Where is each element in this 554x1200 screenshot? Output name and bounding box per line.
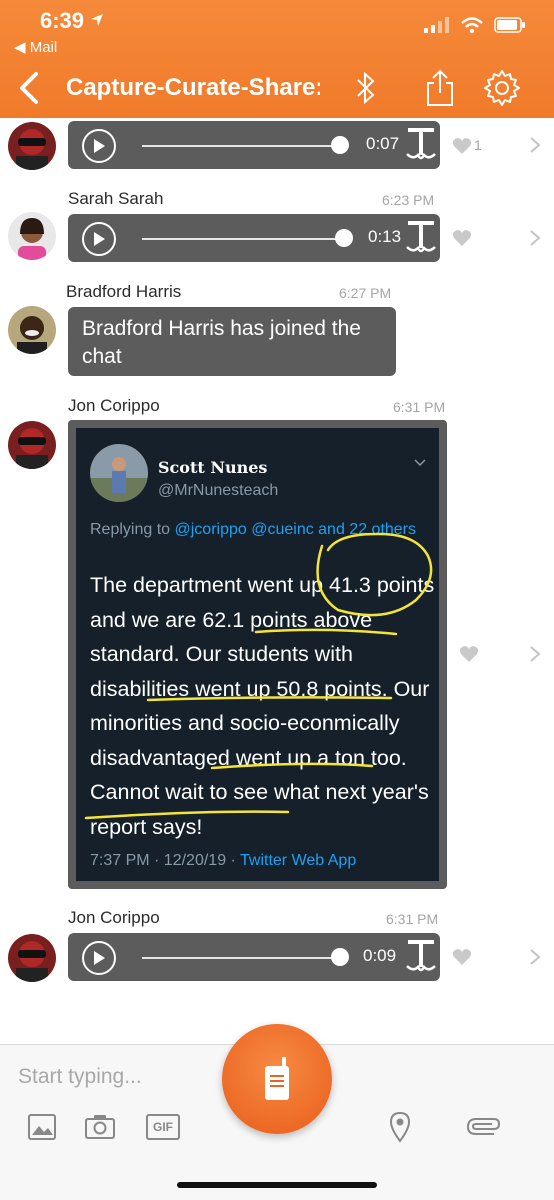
app-header: 6:39 ◀ Mail Capture-Curate-Share: M xyxy=(0,0,554,118)
message-time: 6:27 PM xyxy=(339,285,392,301)
gear-icon xyxy=(484,70,520,106)
audio-scrubber[interactable] xyxy=(331,948,349,966)
sender-name: Bradford Harris xyxy=(66,282,182,301)
play-icon xyxy=(94,139,105,153)
heart-icon[interactable] xyxy=(452,137,472,155)
chevron-down-icon xyxy=(414,459,426,467)
audio-duration: 0:09 xyxy=(363,946,397,965)
like-count: 1 xyxy=(474,137,482,153)
tweet-author-handle: @MrNunesteach xyxy=(158,482,279,499)
gif-button[interactable]: GIF xyxy=(144,1111,182,1143)
tweet-reply-prefix: Replying to xyxy=(90,521,175,538)
walkie-talkie-icon xyxy=(265,1057,289,1100)
share-button[interactable] xyxy=(418,66,462,110)
image-message[interactable]: Scott Nunes @MrNunesteach Replying to @j… xyxy=(68,420,447,889)
attachment-button[interactable] xyxy=(462,1111,502,1143)
play-icon xyxy=(94,232,105,246)
avatar[interactable] xyxy=(8,934,56,982)
audio-progress-track[interactable] xyxy=(142,145,342,147)
back-chevron-icon[interactable] xyxy=(12,68,48,108)
settings-button[interactable] xyxy=(480,66,524,110)
message-input[interactable]: Start typing... xyxy=(18,1065,142,1089)
avatar[interactable] xyxy=(8,122,56,170)
avatar-masked-man-image xyxy=(8,934,56,982)
chevron-right-icon[interactable] xyxy=(528,948,542,966)
walkie-talkie-button[interactable] xyxy=(222,1024,332,1134)
avatar-masked-man-image xyxy=(8,421,56,469)
cellular-signal-icon xyxy=(424,17,449,33)
audio-duration: 0:07 xyxy=(366,134,400,153)
location-arrow-icon xyxy=(91,14,104,26)
sender-name: Jon Corippo xyxy=(68,396,160,415)
avatar-woman-image xyxy=(8,212,56,260)
chevron-right-icon[interactable] xyxy=(528,229,542,247)
message-text: Bradford Harris has joined the chat xyxy=(82,317,361,368)
heart-icon[interactable] xyxy=(452,229,472,247)
avatar-man-image xyxy=(8,306,56,354)
location-button[interactable] xyxy=(384,1111,416,1143)
tweet-reply-line: Replying to @jcorippo @cueinc and 22 oth… xyxy=(90,518,430,542)
home-indicator xyxy=(177,1182,377,1188)
avatar[interactable] xyxy=(8,421,56,469)
audio-scrubber[interactable] xyxy=(335,229,353,247)
sender-name: Jon Corippo xyxy=(68,908,160,927)
message-time: 6:23 PM xyxy=(382,192,435,208)
bluetooth-button[interactable] xyxy=(344,66,388,110)
camera-icon xyxy=(85,1115,115,1139)
tweet-source: Twitter Web App xyxy=(240,852,357,869)
battery-icon xyxy=(494,17,525,33)
avatar-masked-man-image xyxy=(8,122,56,170)
chat-title: Capture-Curate-Share: M xyxy=(66,74,320,101)
share-icon xyxy=(427,69,453,106)
transcribe-icon[interactable] xyxy=(404,220,438,256)
transcribe-icon[interactable] xyxy=(404,127,438,163)
play-button[interactable] xyxy=(82,129,116,163)
tweet-avatar xyxy=(90,444,148,502)
play-icon xyxy=(94,951,105,965)
tweet-meta: 7:37 PM · 12/20/19 · Twitter Web App xyxy=(90,852,356,870)
avatar[interactable] xyxy=(8,306,56,354)
tweet-avatar-image xyxy=(90,444,148,502)
tweet-timestamp: 7:37 PM · 12/20/19 · xyxy=(90,852,241,869)
image-icon xyxy=(28,1114,56,1140)
audio-progress-track[interactable] xyxy=(142,238,342,240)
heart-icon[interactable] xyxy=(459,645,479,663)
back-to-app-link[interactable]: ◀ Mail xyxy=(14,38,57,56)
status-time: 6:39 xyxy=(40,8,104,34)
wifi-icon xyxy=(461,17,483,34)
tweet-author-name: Scott Nunes xyxy=(158,458,268,477)
gif-label: GIF xyxy=(146,1114,180,1140)
location-pin-icon xyxy=(389,1111,411,1143)
message-time: 6:31 PM xyxy=(393,399,446,415)
audio-message: 0:13 xyxy=(68,214,440,262)
chevron-right-icon[interactable] xyxy=(528,136,542,154)
avatar[interactable] xyxy=(8,212,56,260)
status-icons xyxy=(424,16,526,34)
tweet-body: The department went up 41.3 points and w… xyxy=(90,573,435,839)
photo-library-button[interactable] xyxy=(26,1111,58,1143)
play-button[interactable] xyxy=(82,222,116,256)
sender-name: Sarah Sarah xyxy=(68,189,164,208)
chevron-right-icon[interactable] xyxy=(528,645,542,663)
transcribe-icon[interactable] xyxy=(404,939,438,975)
heart-icon[interactable] xyxy=(452,948,472,966)
text-message: Bradford Harris has joined the chat xyxy=(68,307,396,376)
message-time: 6:31 PM xyxy=(386,911,439,927)
camera-button[interactable] xyxy=(84,1111,116,1143)
audio-message: 0:09 xyxy=(68,933,440,981)
tweet-screenshot: Scott Nunes @MrNunesteach Replying to @j… xyxy=(76,428,439,881)
audio-duration: 0:13 xyxy=(368,227,402,246)
play-button[interactable] xyxy=(82,941,116,975)
audio-message: 0:07 xyxy=(68,121,440,169)
bluetooth-icon xyxy=(357,71,375,105)
audio-progress-track[interactable] xyxy=(142,957,342,959)
audio-scrubber[interactable] xyxy=(331,136,349,154)
paperclip-icon xyxy=(467,1118,501,1135)
tweet-reply-targets: @jcorippo @cueinc and 22 others xyxy=(174,521,417,538)
